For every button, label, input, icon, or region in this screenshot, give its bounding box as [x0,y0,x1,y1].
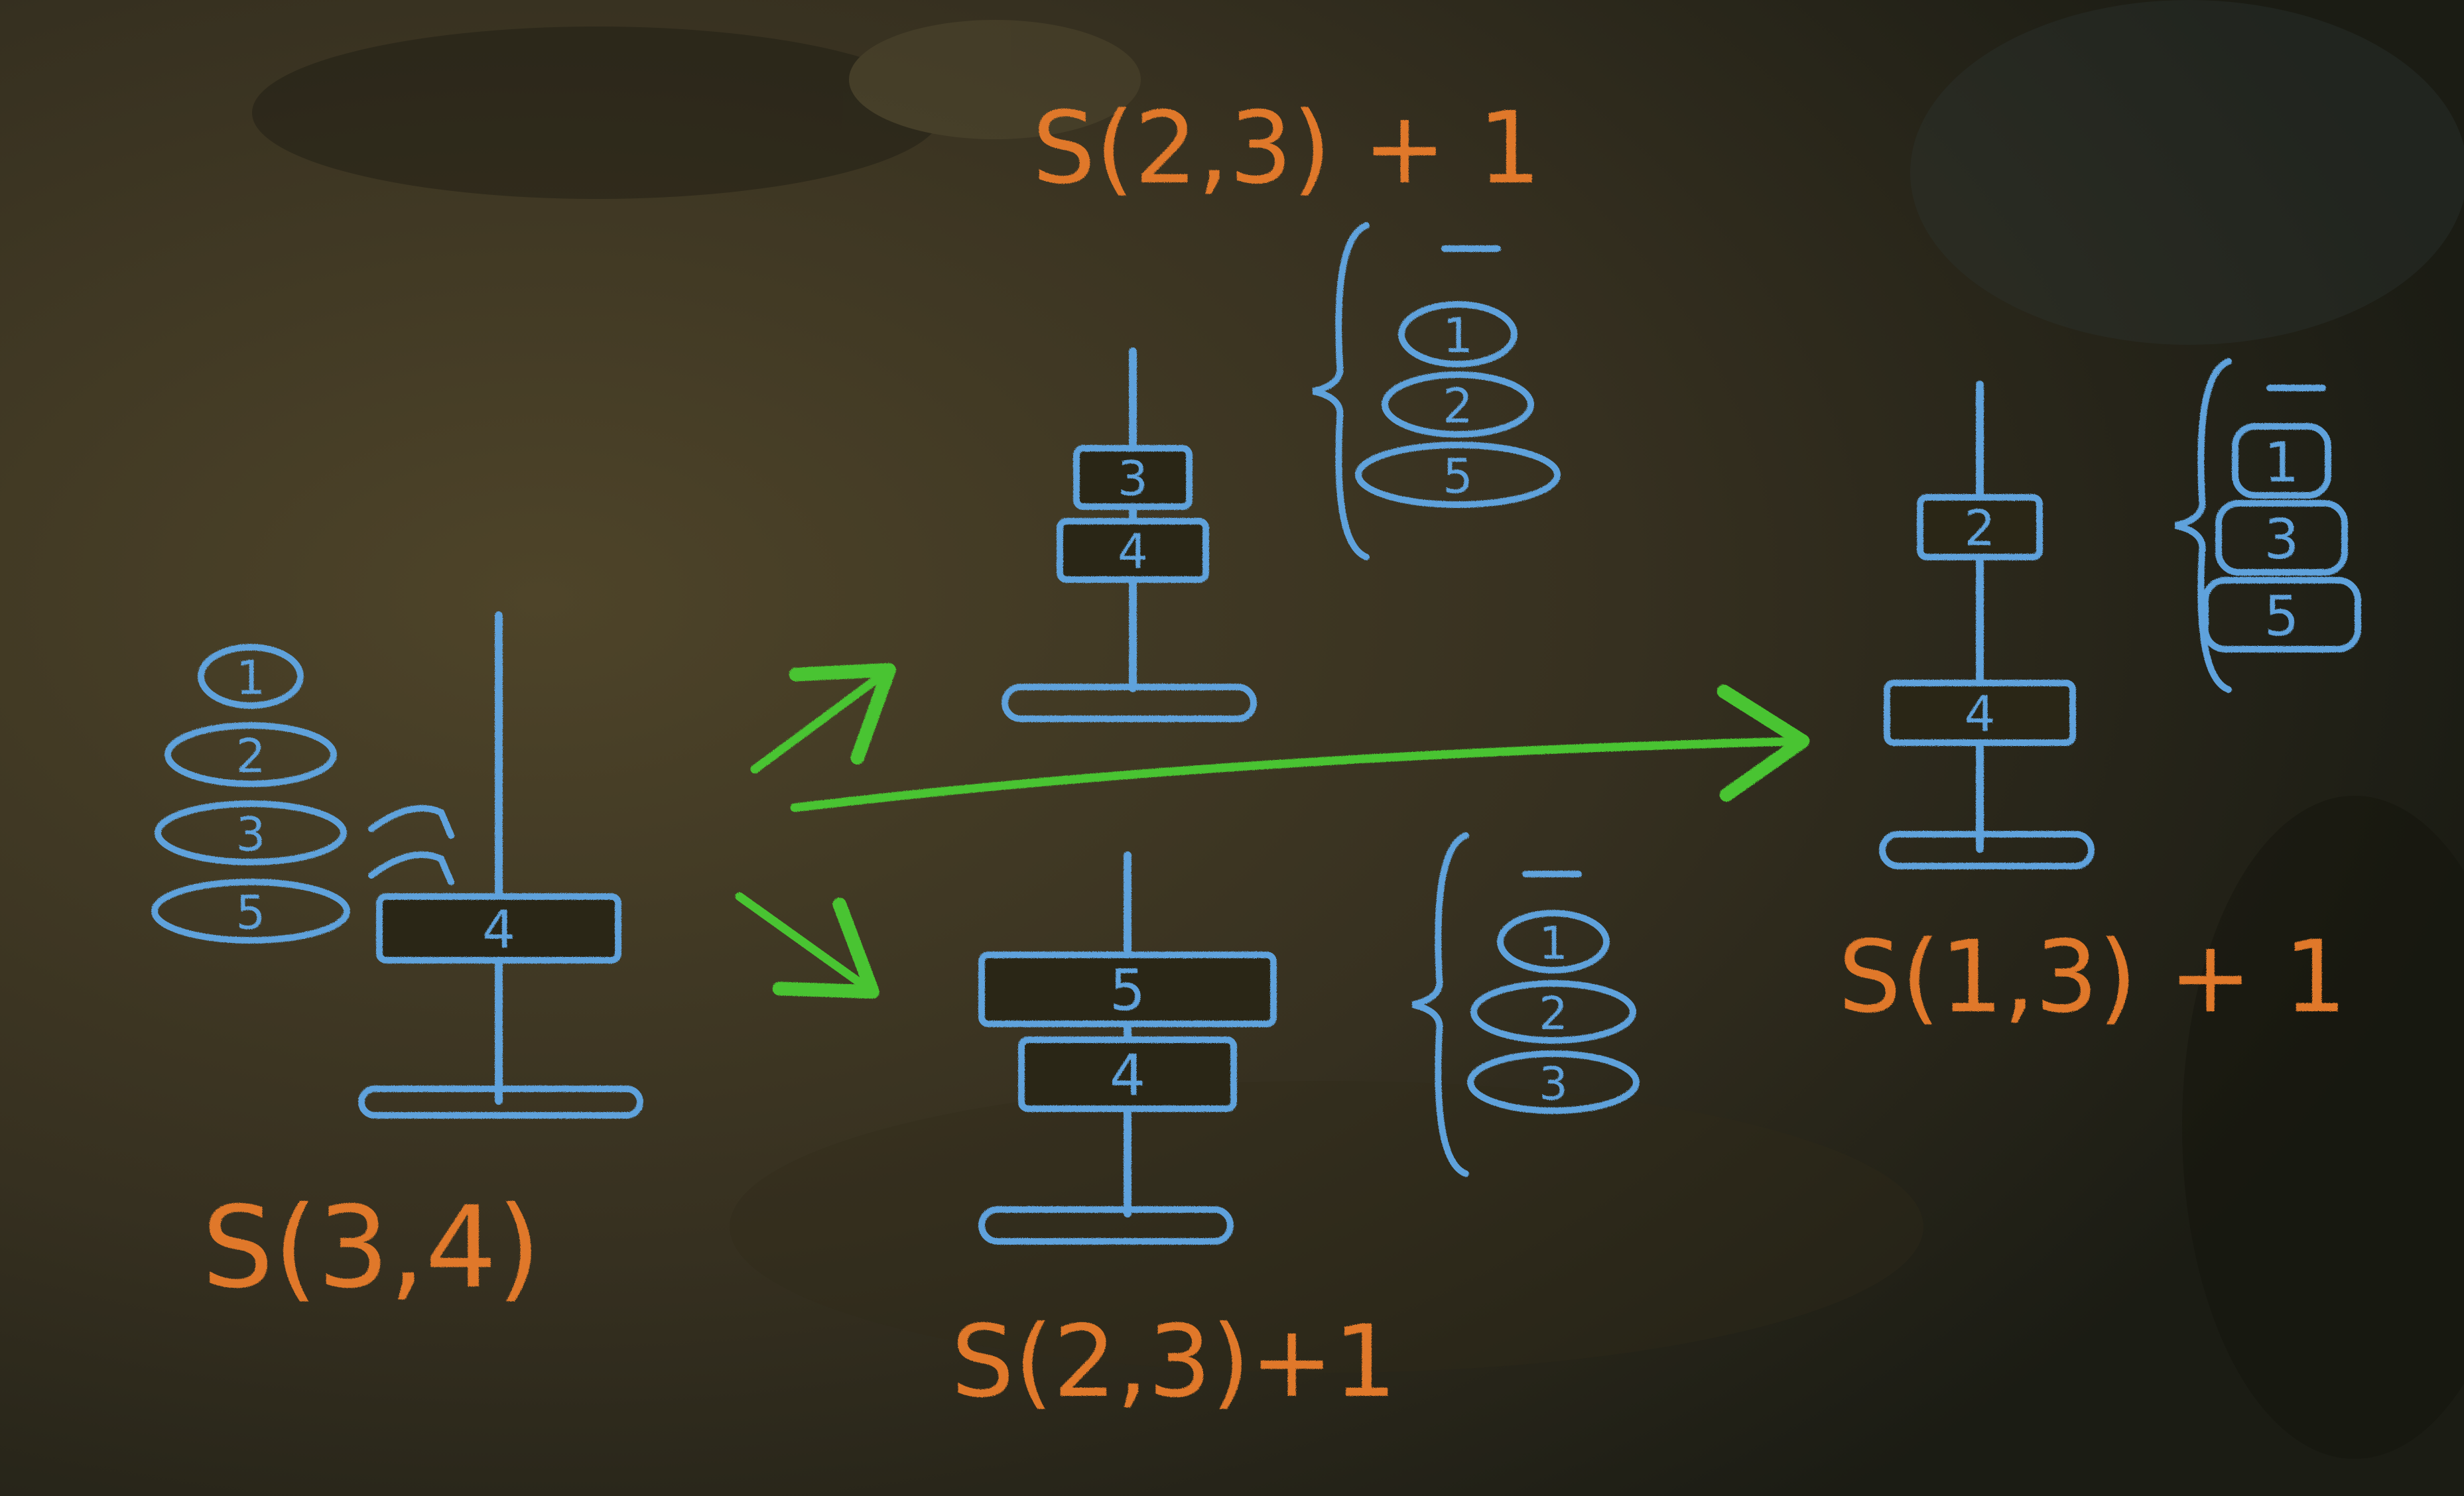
stack-label-right: 4 [1965,686,1996,743]
pile-label-bottom: 1 [1539,917,1568,970]
pile-label-top: 2 [1443,378,1473,434]
stack-label-bottom: 5 [1110,958,1145,1024]
pile-label-left: 2 [236,729,266,783]
pile-label-top: 5 [1443,448,1473,504]
pile-label-bottom: 3 [1539,1058,1568,1111]
pile-label-bottom: 2 [1539,987,1568,1040]
chalkboard: 4 1 2 3 5 3 4 1 2 5 5 4 1 2 3 2 4 1 3 5 S(3,4) S(2,3) + … [0,0,2464,1496]
pile-label-left: 1 [236,651,266,705]
label-right: S(1,3) + 1 [1838,920,2347,1035]
stack-label-left: 4 [482,899,515,960]
stack-label-top: 3 [1118,451,1148,507]
pile-label-left: 5 [236,885,266,940]
pile-label-right: 5 [2264,584,2300,649]
pile-label-right: 3 [2264,507,2300,572]
stack-label-bottom: 4 [1110,1043,1145,1109]
stack-label-top: 4 [1118,524,1148,580]
label-left: S(3,4) [202,1182,541,1314]
pile-label-top: 1 [1443,308,1473,363]
label-top: S(2,3) + 1 [1032,91,1541,206]
pile-label-left: 3 [236,807,266,861]
stack-label-right: 2 [1965,500,1996,557]
pile-label-right: 1 [2264,430,2300,495]
label-bottom: S(2,3)+1 [951,1304,1397,1420]
